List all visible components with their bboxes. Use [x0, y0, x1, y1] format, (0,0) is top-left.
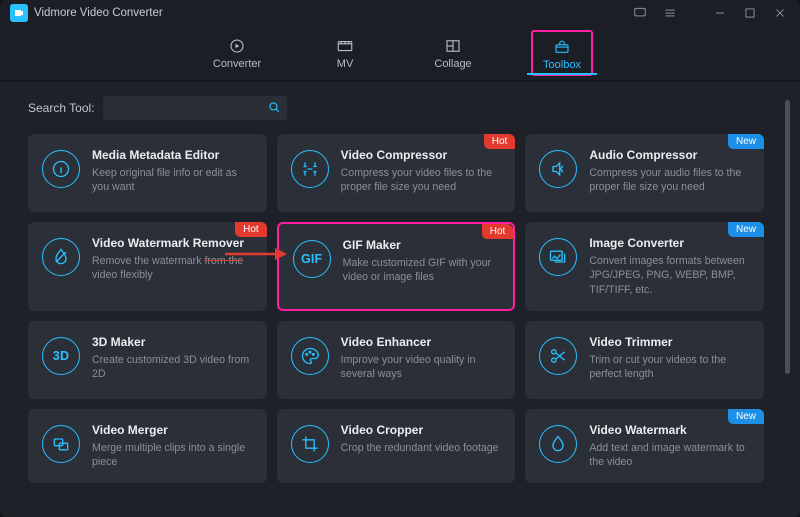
image-convert-icon: [539, 238, 577, 276]
main-tabs: Converter MV Collage Toolbox: [0, 26, 800, 82]
card-desc: Convert images formats between JPG/JPEG,…: [589, 254, 750, 297]
drop-icon: [42, 238, 80, 276]
card-desc: Compress your audio files to the proper …: [589, 166, 750, 195]
card-media-metadata-editor[interactable]: Media Metadata Editor Keep original file…: [28, 134, 267, 212]
tab-mv[interactable]: MV: [315, 26, 375, 80]
card-desc: Improve your video quality in several wa…: [341, 353, 502, 382]
card-title: Audio Compressor: [589, 148, 750, 162]
search-icon[interactable]: [267, 100, 281, 117]
tab-label: Collage: [434, 58, 471, 70]
card-video-merger[interactable]: Video Merger Merge multiple clips into a…: [28, 409, 267, 484]
title-right: [630, 3, 790, 23]
card-title: Video Enhancer: [341, 335, 502, 349]
card-title: 3D Maker: [92, 335, 253, 349]
minimize-icon[interactable]: [710, 3, 730, 23]
palette-icon: [291, 337, 329, 375]
info-icon: [42, 150, 80, 188]
card-video-compressor[interactable]: Hot Video Compressor Compress your video…: [277, 134, 516, 212]
merge-icon: [42, 425, 80, 463]
card-title: Video Trimmer: [589, 335, 750, 349]
card-title: Video Watermark Remover: [92, 236, 253, 250]
watermark-icon: [539, 425, 577, 463]
app-window: Vidmore Video Converter Converter: [0, 0, 800, 517]
search-label: Search Tool:: [28, 101, 95, 115]
new-badge: New: [728, 409, 764, 424]
maximize-icon[interactable]: [740, 3, 760, 23]
card-desc: Keep original file info or edit as you w…: [92, 166, 253, 195]
search-row: Search Tool:: [28, 96, 790, 120]
card-desc: Add text and image watermark to the vide…: [589, 441, 750, 470]
tab-collage[interactable]: Collage: [423, 26, 483, 80]
hot-badge: Hot: [482, 224, 514, 239]
card-audio-compressor[interactable]: New Audio Compressor Compress your audio…: [525, 134, 764, 212]
hot-badge: Hot: [484, 134, 516, 149]
app-logo-icon: [10, 4, 28, 22]
card-title: Video Cropper: [341, 423, 502, 437]
tab-toolbox[interactable]: Toolbox: [531, 30, 593, 76]
card-desc: Remove the watermark from the video flex…: [92, 254, 253, 283]
card-gif-maker[interactable]: Hot GIF GIF Maker Make customized GIF wi…: [277, 222, 516, 311]
close-icon[interactable]: [770, 3, 790, 23]
hot-badge: Hot: [235, 222, 267, 237]
card-title: Video Watermark: [589, 423, 750, 437]
card-desc: Create customized 3D video from 2D: [92, 353, 253, 382]
app-title: Vidmore Video Converter: [34, 7, 163, 19]
content-area: Search Tool: Media Metadata Editor Keep …: [0, 82, 800, 517]
menu-icon[interactable]: [660, 3, 680, 23]
titlebar: Vidmore Video Converter: [0, 0, 800, 26]
title-left: Vidmore Video Converter: [10, 4, 163, 22]
card-title: Media Metadata Editor: [92, 148, 253, 162]
card-video-cropper[interactable]: Video Cropper Crop the redundant video f…: [277, 409, 516, 484]
card-video-watermark[interactable]: New Video Watermark Add text and image w…: [525, 409, 764, 484]
scrollbar[interactable]: [785, 100, 790, 503]
new-badge: New: [728, 134, 764, 149]
card-video-watermark-remover[interactable]: Hot Video Watermark Remover Remove the w…: [28, 222, 267, 311]
feedback-icon[interactable]: [630, 3, 650, 23]
tab-label: Toolbox: [543, 59, 581, 71]
card-desc: Compress your video files to the proper …: [341, 166, 502, 195]
scissors-icon: [539, 337, 577, 375]
tab-converter[interactable]: Converter: [207, 26, 267, 80]
card-desc: Merge multiple clips into a single piece: [92, 441, 253, 470]
card-desc: Trim or cut your videos to the perfect l…: [589, 353, 750, 382]
card-image-converter[interactable]: New Image Converter Convert images forma…: [525, 222, 764, 311]
tab-label: MV: [337, 58, 354, 70]
search-box[interactable]: [103, 96, 287, 120]
card-title: Video Compressor: [341, 148, 502, 162]
crop-icon: [291, 425, 329, 463]
compress-icon: [291, 150, 329, 188]
search-input[interactable]: [109, 101, 267, 115]
audio-compress-icon: [539, 150, 577, 188]
tools-grid: Media Metadata Editor Keep original file…: [28, 134, 790, 483]
card-title: Video Merger: [92, 423, 253, 437]
card-title: Image Converter: [589, 236, 750, 250]
card-3d-maker[interactable]: 3D 3D Maker Create customized 3D video f…: [28, 321, 267, 399]
card-video-enhancer[interactable]: Video Enhancer Improve your video qualit…: [277, 321, 516, 399]
new-badge: New: [728, 222, 764, 237]
card-title: GIF Maker: [343, 238, 500, 252]
3d-icon: 3D: [42, 337, 80, 375]
card-video-trimmer[interactable]: Video Trimmer Trim or cut your videos to…: [525, 321, 764, 399]
scrollbar-thumb[interactable]: [785, 100, 790, 374]
gif-icon: GIF: [293, 240, 331, 278]
card-desc: Crop the redundant video footage: [341, 441, 502, 455]
tab-label: Converter: [213, 58, 261, 70]
card-desc: Make customized GIF with your video or i…: [343, 256, 500, 285]
